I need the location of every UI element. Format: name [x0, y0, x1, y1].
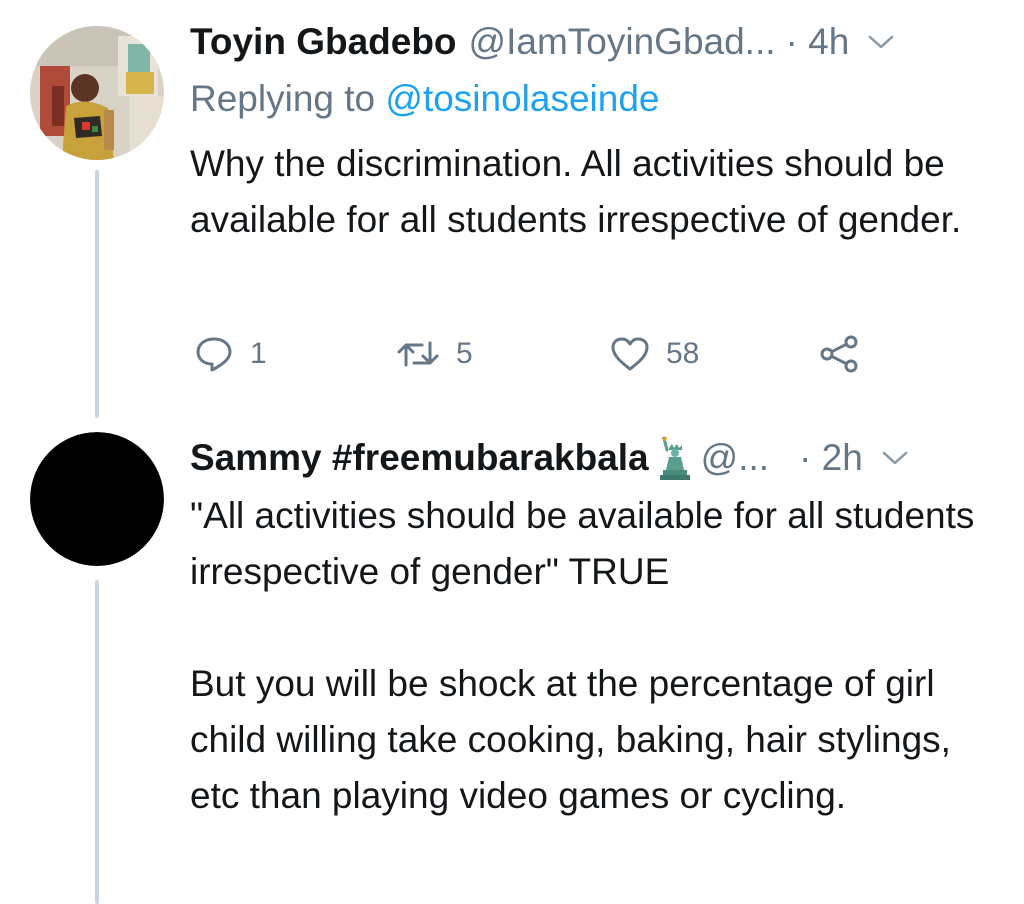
- author-name[interactable]: Sammy #freemubarakbala: [190, 437, 649, 479]
- reply-icon: [194, 335, 234, 373]
- replying-prefix: Replying to: [190, 78, 386, 119]
- thread-line-top: [95, 170, 99, 418]
- share-button[interactable]: [818, 326, 860, 382]
- tweet-text: "All activities should be available for …: [190, 495, 975, 816]
- avatar-sammy[interactable]: [30, 432, 164, 566]
- statue-of-liberty-icon: [657, 436, 691, 480]
- black-circle-avatar-icon: [30, 432, 164, 566]
- tweet-1-header: Toyin Gbadebo @IamToyinGbad... · 4h: [190, 14, 895, 70]
- author-name[interactable]: Toyin Gbadebo: [190, 21, 457, 63]
- like-button[interactable]: 58: [610, 326, 699, 382]
- chevron-down-icon[interactable]: [881, 448, 909, 468]
- share-icon: [818, 334, 860, 374]
- reply-count: 1: [250, 337, 267, 370]
- tweet-actions: 1 5 58: [190, 326, 870, 382]
- tweet-text: Why the discrimination. All activities s…: [190, 143, 962, 240]
- chevron-down-icon[interactable]: [867, 32, 895, 52]
- author-handle[interactable]: @IamToyinGbad...: [469, 21, 776, 63]
- tweet-time[interactable]: · 2h: [799, 437, 863, 479]
- reply-button[interactable]: 1: [194, 326, 267, 382]
- avatar-toyin[interactable]: [30, 26, 164, 160]
- like-count: 58: [666, 337, 700, 370]
- tweet-time[interactable]: · 4h: [786, 21, 850, 63]
- author-handle[interactable]: @...: [701, 437, 769, 479]
- retweet-icon: [396, 337, 440, 371]
- user-photo-avatar-icon: [30, 26, 164, 160]
- replying-to: Replying to @tosinolaseinde: [190, 78, 660, 120]
- heart-icon: [610, 336, 650, 372]
- retweet-count: 5: [456, 337, 473, 370]
- retweet-button[interactable]: 5: [396, 326, 473, 382]
- replying-mention-link[interactable]: @tosinolaseinde: [385, 78, 659, 119]
- tweet-2-header: Sammy #freemubarakbala @... · 2h: [190, 430, 909, 486]
- thread-line-bottom: [95, 580, 99, 904]
